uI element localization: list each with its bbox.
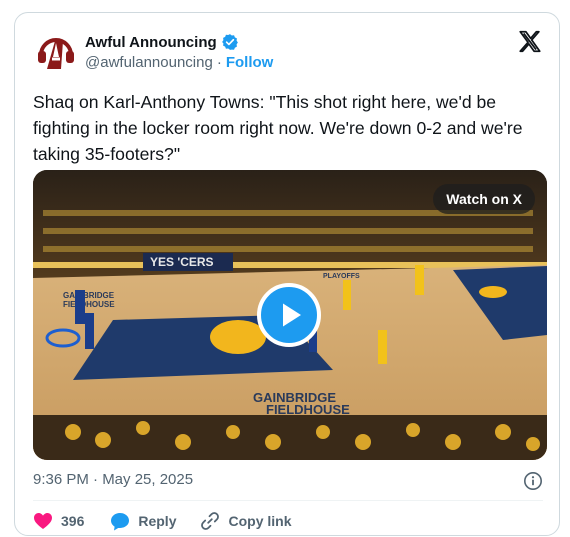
timestamp-row: 9:36 PM · May 25, 2025 (33, 471, 543, 493)
court-banner-text: YES 'CERS (150, 255, 214, 269)
watch-on-x-button[interactable]: Watch on X (433, 184, 535, 214)
copy-link-label: Copy link (228, 513, 292, 529)
reply-button[interactable]: Reply (110, 512, 176, 531)
divider (33, 500, 543, 501)
awful-announcing-logo-icon (33, 29, 79, 75)
reply-bubble-icon (111, 512, 130, 530)
court-text-left-2: FIELDHOUSE (63, 300, 115, 309)
follow-button[interactable]: Follow (226, 54, 274, 71)
link-icon (201, 512, 220, 530)
verified-badge-icon (221, 34, 238, 50)
court-text-left-1: GAINBRIDGE (63, 291, 115, 300)
account-handle[interactable]: @awfulannouncing (85, 54, 213, 71)
like-count: 396 (61, 513, 85, 529)
action-bar: 396 Reply Copy link (33, 509, 292, 533)
separator-dot: · (216, 54, 222, 71)
court-text-playoffs: PLAYOFFS (323, 273, 360, 280)
avatar[interactable] (33, 29, 79, 75)
name-line: Awful Announcing (85, 33, 239, 51)
account-name[interactable]: Awful Announcing (85, 34, 217, 51)
play-icon (283, 303, 301, 327)
x-logo-icon[interactable] (517, 29, 543, 55)
copy-link-button[interactable]: Copy link (200, 511, 292, 531)
handle-line: @awfulannouncing · Follow (85, 54, 273, 71)
tweet-text: Shaq on Karl-Anthony Towns: "This shot r… (33, 92, 523, 164)
info-icon[interactable] (523, 471, 543, 491)
tweet-card: Awful Announcing @awfulannouncing · Foll… (14, 12, 560, 536)
court-text-center-2: FIELDHOUSE (266, 402, 350, 417)
tweet-timestamp[interactable]: 9:36 PM · May 25, 2025 (33, 471, 193, 488)
reply-label: Reply (138, 513, 177, 529)
tweet-header: Awful Announcing @awfulannouncing · Foll… (33, 29, 543, 77)
heart-icon (34, 513, 52, 529)
like-button[interactable]: 396 (33, 512, 84, 530)
video-player[interactable]: YES 'CERS GAINBRIDGE FIELDHOUSE GAINBRID… (33, 170, 547, 460)
play-button[interactable] (257, 283, 321, 347)
